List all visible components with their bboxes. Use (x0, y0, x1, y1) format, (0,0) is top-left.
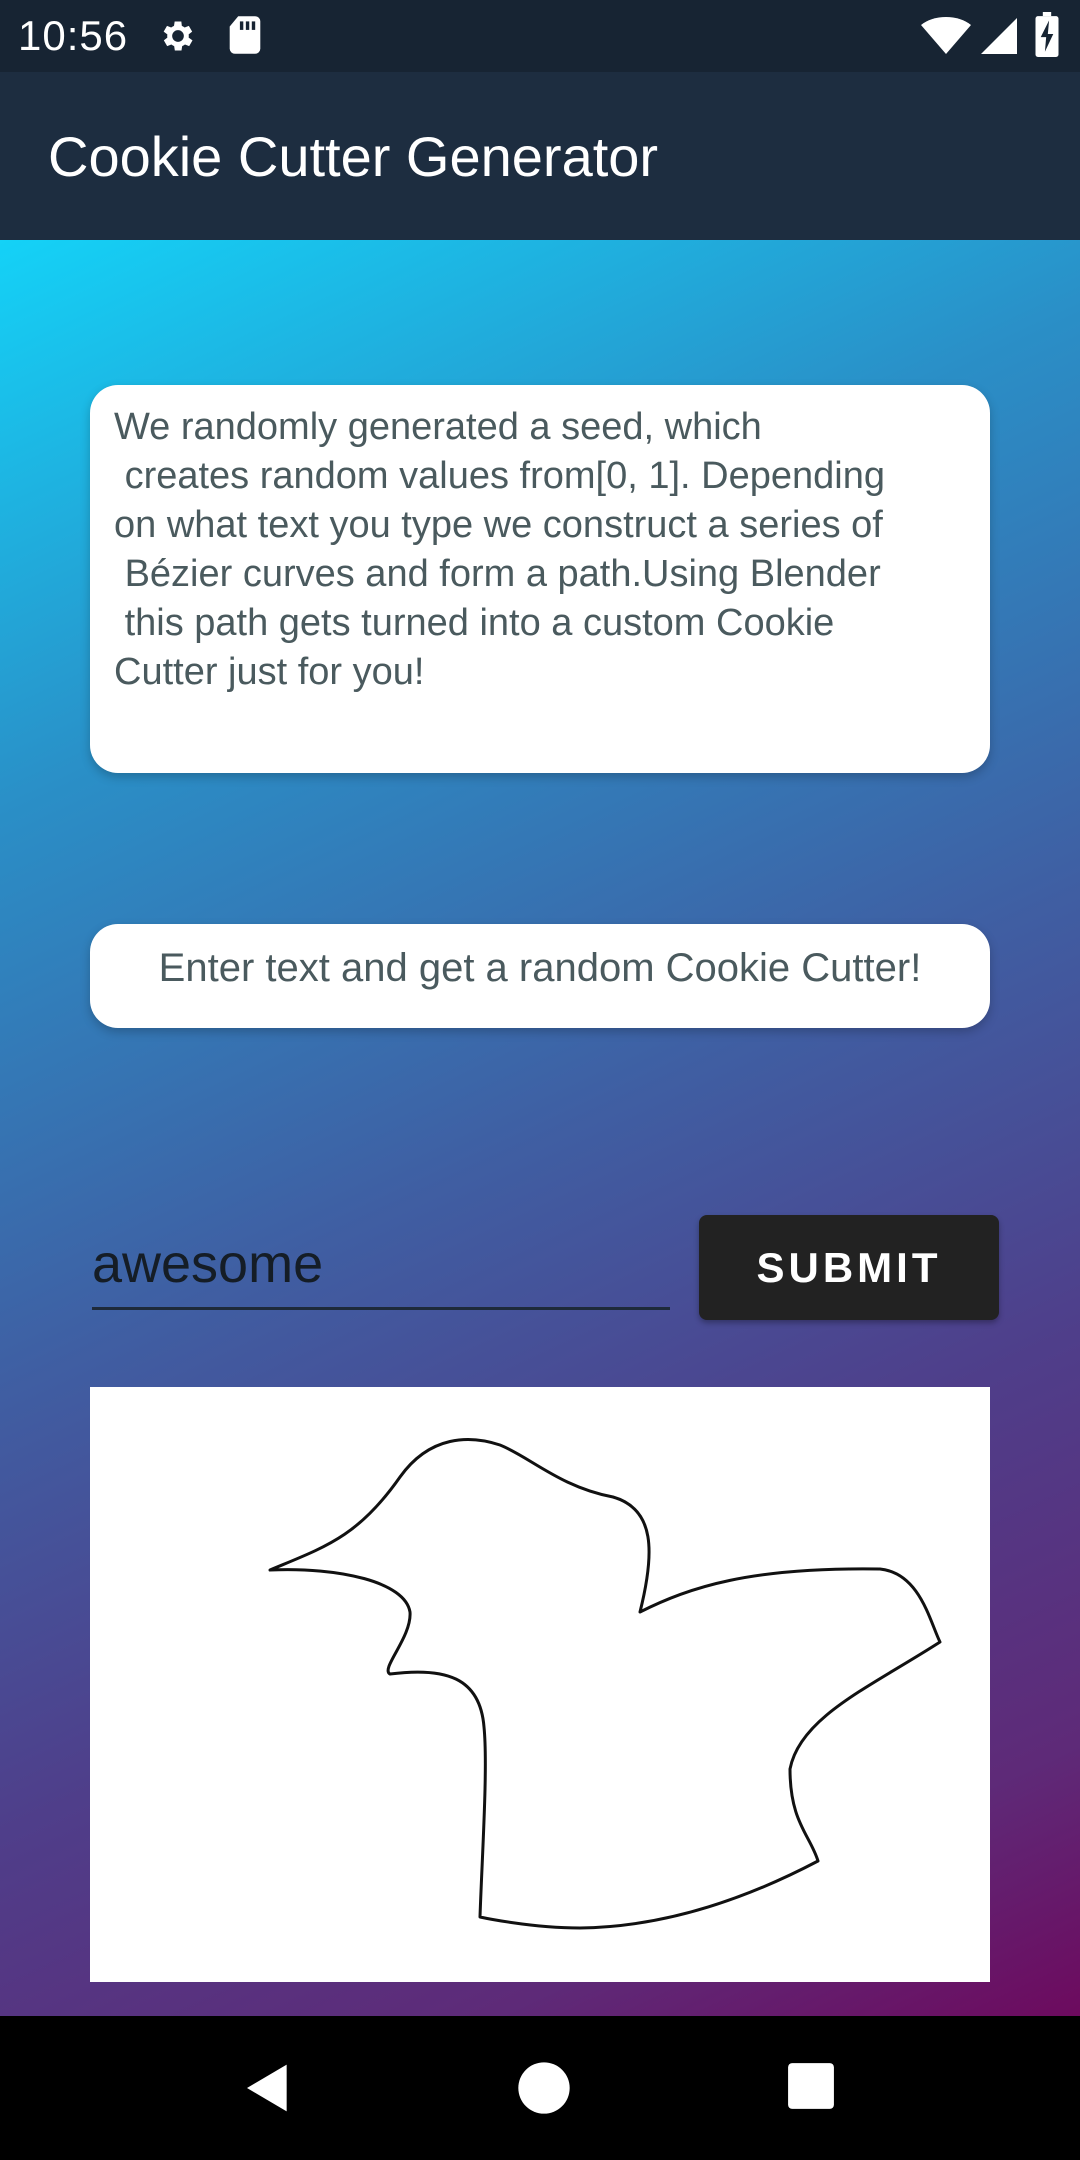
recents-icon[interactable] (786, 2061, 836, 2111)
prompt-card: Enter text and get a random Cookie Cutte… (90, 924, 990, 1028)
battery-charging-icon (1035, 12, 1059, 57)
navigation-bar (0, 2016, 1080, 2160)
gear-icon (163, 21, 193, 51)
cookie-cutter-preview (90, 1387, 990, 1982)
prompt-text: Enter text and get a random Cookie Cutte… (158, 946, 922, 990)
submit-button[interactable]: SUBMIT (699, 1215, 999, 1320)
app-bar: Cookie Cutter Generator (0, 72, 1080, 240)
status-time: 10:56 (18, 12, 129, 59)
sd-card-icon (229, 16, 261, 54)
cell-signal-icon (981, 18, 1017, 54)
cookie-cutter-shape (268, 1438, 942, 1930)
status-bar: 10:56 (0, 0, 1080, 72)
wifi-icon (921, 17, 971, 54)
home-icon[interactable] (516, 2060, 572, 2116)
back-icon[interactable] (240, 2060, 296, 2116)
app-title: Cookie Cutter Generator (48, 125, 659, 188)
info-card: We randomly generated a seed, which crea… (90, 385, 990, 773)
info-text: We randomly generated a seed, which crea… (114, 406, 885, 693)
main-content: We randomly generated a seed, which crea… (0, 240, 1080, 2016)
cookie-text-input[interactable] (92, 1220, 670, 1310)
